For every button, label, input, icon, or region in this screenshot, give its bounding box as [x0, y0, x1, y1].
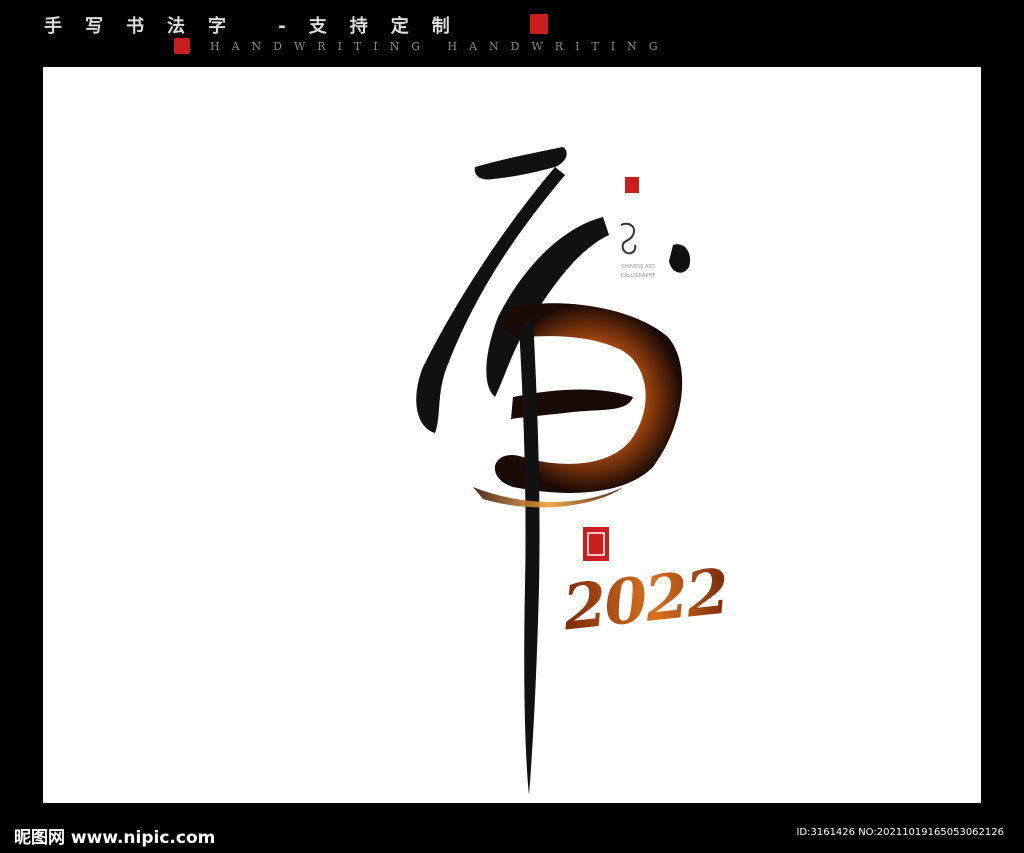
brush-dot	[669, 244, 691, 273]
calligraphy-artwork	[416, 147, 691, 795]
ink-signature	[620, 222, 637, 255]
seal-top-icon	[625, 177, 639, 193]
site-logo: 昵图网 www.nipic.com	[14, 828, 216, 848]
seal-caption: CHINESE ART CALLIGRAPHY	[620, 264, 656, 279]
seal-middle-icon	[583, 527, 609, 561]
page: 手写书法字 -支持定制 HANDWRITING HANDWRITING CHIN…	[0, 0, 1024, 853]
header-subtitle: HANDWRITING HANDWRITING	[210, 40, 670, 53]
red-seal-icon	[530, 14, 548, 34]
image-id: ID:3161426 NO:20211019165053062126	[796, 827, 1004, 838]
brush-stroke-stem	[519, 317, 540, 795]
artwork-canvas: CHINESE ART CALLIGRAPHY 2022	[43, 67, 981, 803]
small-red-seal-icon	[174, 38, 190, 54]
header-title: 手写书法字 -支持定制	[44, 16, 473, 37]
